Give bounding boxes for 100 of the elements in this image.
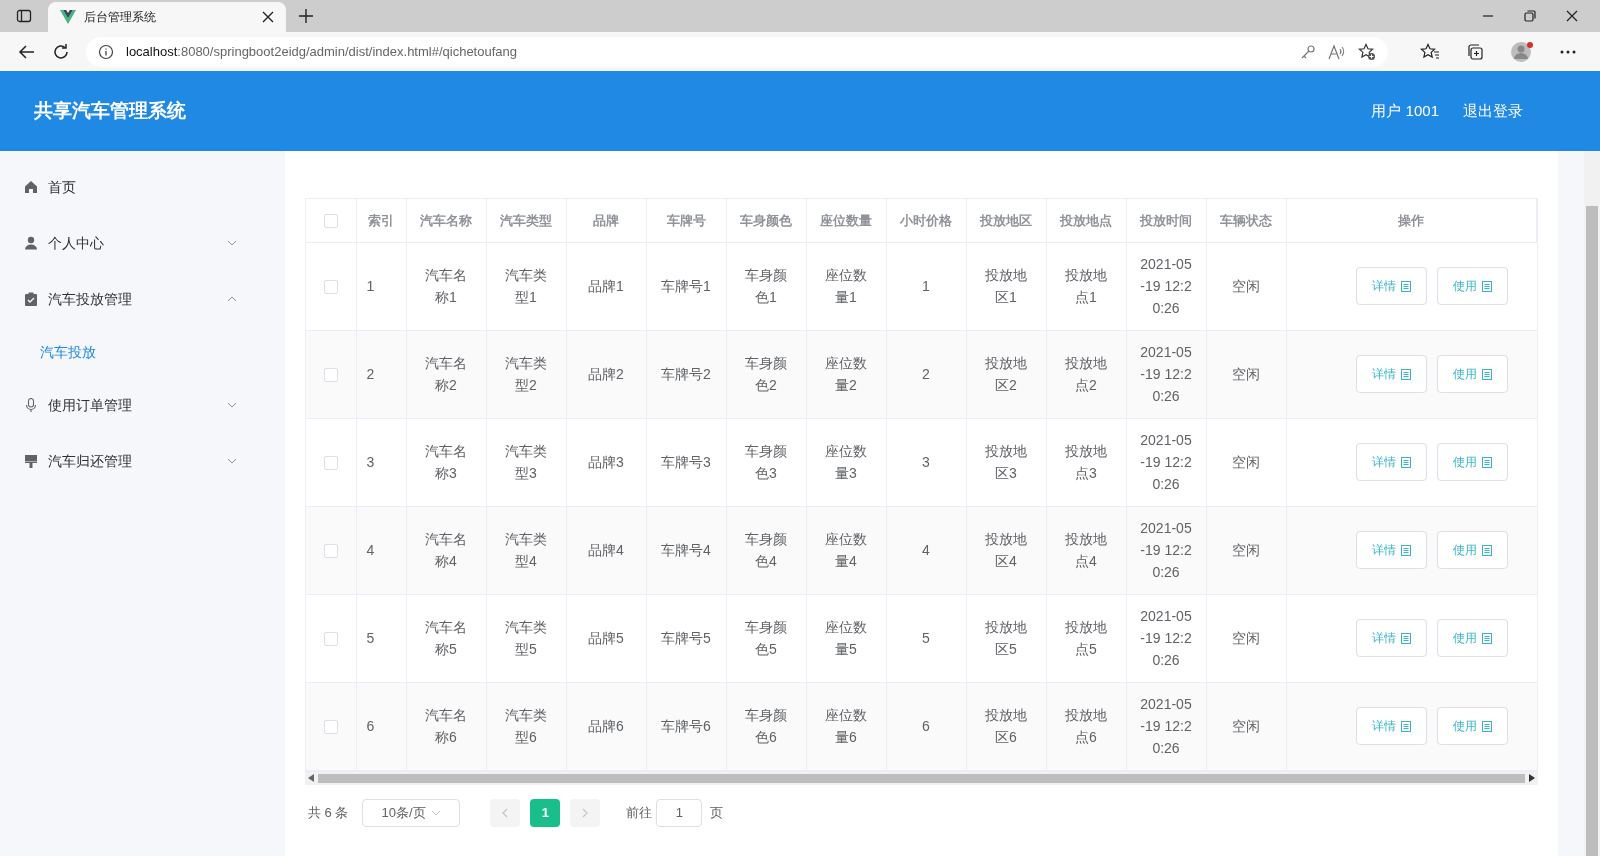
column-header: 汽车名称	[420, 213, 472, 229]
table-cell-text: 品牌1	[588, 277, 624, 296]
brush-icon	[24, 454, 38, 468]
person-icon	[24, 236, 38, 250]
table-cell-text: 投放地点2	[1064, 353, 1108, 395]
table-cell-text: 车牌号2	[661, 365, 711, 384]
new-tab-icon[interactable]	[298, 8, 314, 24]
sidebar-item[interactable]: 汽车归还管理	[24, 433, 237, 489]
table-cell-text: 品牌2	[588, 365, 624, 384]
table-cell-text: 空闲	[1232, 453, 1260, 472]
column-header: 操作	[1398, 213, 1425, 229]
checkbox[interactable]	[323, 455, 338, 470]
document-icon	[1400, 368, 1411, 380]
checkbox[interactable]	[323, 367, 338, 382]
collections-icon[interactable]	[1466, 42, 1484, 61]
checkbox[interactable]	[323, 214, 338, 228]
table-cell-text: 汽车类型5	[504, 617, 548, 659]
table-cell-text: 车身颜色6	[744, 705, 788, 747]
info-icon	[98, 43, 114, 60]
table-cell-text: 6	[366, 717, 375, 736]
action-button[interactable]: 详情	[1355, 619, 1427, 657]
action-button[interactable]: 使用	[1436, 355, 1508, 393]
table-cell-text: 投放地点3	[1064, 441, 1108, 483]
table-cell-text: 投放地点5	[1064, 617, 1108, 659]
table-cell-text: 品牌3	[588, 453, 624, 472]
home-icon	[24, 180, 38, 194]
table-cell-text: 投放地区2	[984, 353, 1028, 395]
table-cell-text: 车身颜色5	[744, 617, 788, 659]
sidebar-item[interactable]: 使用订单管理	[24, 377, 237, 433]
action-button[interactable]: 详情	[1355, 267, 1427, 305]
back-icon[interactable]	[18, 42, 36, 61]
table-cell-text: 投放地区4	[984, 529, 1028, 571]
table-cell-text: 座位数量5	[824, 617, 868, 659]
checkbox[interactable]	[323, 719, 338, 734]
document-icon	[1400, 456, 1411, 468]
action-button[interactable]: 使用	[1436, 707, 1508, 745]
table-cell-text: 3	[922, 453, 930, 472]
refresh-icon[interactable]	[52, 42, 70, 61]
more-icon[interactable]	[1560, 49, 1576, 54]
document-icon	[1400, 280, 1411, 292]
document-icon	[1481, 720, 1492, 732]
profile-avatar-icon[interactable]	[1510, 40, 1534, 63]
table-cell-text: 空闲	[1232, 717, 1260, 736]
table-cell-text: 投放地点4	[1064, 529, 1108, 571]
close-icon[interactable]	[262, 11, 274, 23]
read-aloud-icon[interactable]	[1328, 43, 1346, 60]
table-cell-text: 座位数量1	[824, 265, 868, 307]
table-cell-text: 2021-05-19 12:20:26	[1139, 342, 1193, 406]
favorites-icon[interactable]	[1420, 42, 1440, 61]
action-button[interactable]: 详情	[1355, 355, 1427, 393]
document-icon	[1400, 632, 1411, 644]
sidebar-item[interactable]: 汽车投放管理	[24, 271, 237, 327]
table-cell-text: 汽车类型6	[504, 705, 548, 747]
goto-page-field[interactable]: 1	[656, 798, 703, 827]
submenu-item[interactable]: 汽车投放	[24, 327, 237, 377]
document-icon	[1400, 720, 1411, 732]
page-button[interactable]: 1	[530, 798, 561, 827]
action-button[interactable]: 详情	[1355, 531, 1427, 569]
action-button[interactable]: 详情	[1355, 443, 1427, 481]
sidebar-item[interactable]: 个人中心	[24, 215, 237, 271]
scrollbar-thumb[interactable]	[1586, 206, 1598, 856]
table-cell-text: 5	[366, 629, 375, 648]
table-cell-text: 投放地区6	[984, 705, 1028, 747]
address-bar[interactable]: localhost:8080/springboot2eidg/admin/dist/index.html#/qichetoufang	[86, 36, 1388, 67]
table-cell-text: 汽车类型1	[504, 265, 548, 307]
table-cell-text: 4	[922, 541, 930, 560]
table-cell-text: 汽车类型3	[504, 441, 548, 483]
table-cell-text: 车身颜色1	[744, 265, 788, 307]
browser-tab[interactable]: 后台管理系统	[48, 2, 286, 32]
scrollbar-thumb[interactable]	[318, 773, 1525, 783]
checkbox[interactable]	[323, 631, 338, 646]
checkbox[interactable]	[323, 279, 338, 294]
column-header: 投放地区	[980, 213, 1032, 229]
restore-icon[interactable]	[1524, 10, 1536, 22]
table-cell-text: 1	[922, 277, 930, 296]
key-icon[interactable]	[1300, 43, 1316, 60]
chevron-down-icon	[431, 809, 442, 816]
checkbox[interactable]	[323, 543, 338, 558]
vertical-scrollbar[interactable]	[1584, 151, 1600, 856]
page-size-select[interactable]: 10条/页	[362, 798, 461, 827]
tab-actions-icon[interactable]	[16, 8, 32, 24]
scroll-left-icon[interactable]	[308, 774, 314, 782]
table-cell-text: 3	[366, 453, 375, 472]
column-header: 车辆状态	[1220, 213, 1272, 229]
close-icon[interactable]	[1566, 10, 1578, 22]
column-header: 投放地点	[1060, 213, 1112, 229]
scroll-right-icon[interactable]	[1529, 774, 1535, 782]
action-button[interactable]: 使用	[1436, 443, 1508, 481]
sidebar-item[interactable]: 首页	[24, 159, 237, 215]
action-button[interactable]: 使用	[1436, 531, 1508, 569]
table-cell-text: 6	[922, 717, 930, 736]
chevron-left-icon	[501, 807, 510, 818]
table-cell-text: 车身颜色2	[744, 353, 788, 395]
action-button[interactable]: 详情	[1355, 707, 1427, 745]
table-cell-text: 车牌号5	[661, 629, 711, 648]
action-button[interactable]: 使用	[1436, 267, 1508, 305]
action-button[interactable]: 使用	[1436, 619, 1508, 657]
logout-link[interactable]: 退出登录	[1463, 99, 1523, 123]
table-cell-text: 座位数量4	[824, 529, 868, 571]
add-favorite-icon[interactable]	[1358, 42, 1376, 61]
